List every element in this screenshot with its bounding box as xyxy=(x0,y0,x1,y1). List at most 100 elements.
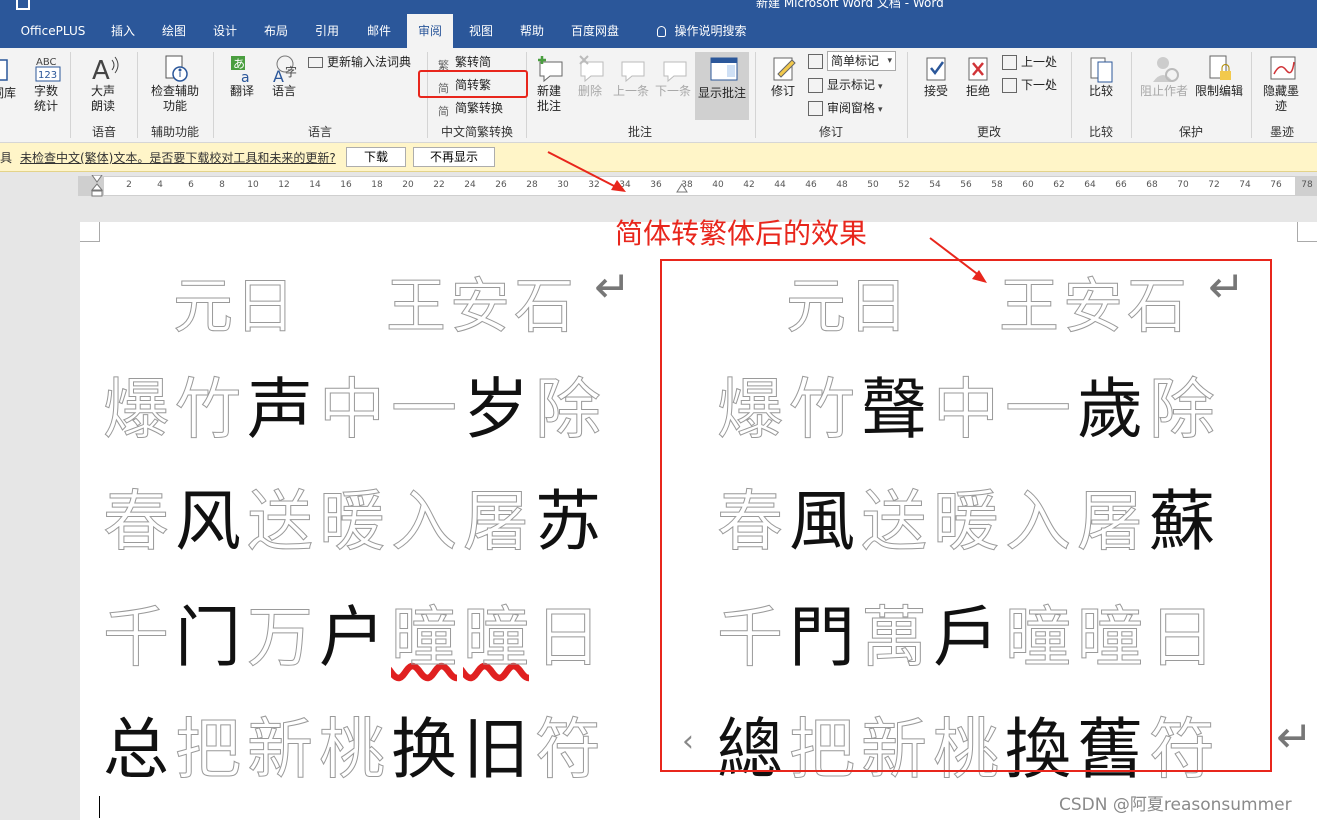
reject-icon xyxy=(965,54,991,82)
chinese-conversion-button[interactable]: 简简繁转换 xyxy=(438,98,503,118)
ruler-tick-label: 34 xyxy=(619,180,631,190)
trad-to-simp-button[interactable]: 繁繁转简 xyxy=(438,52,491,72)
tab-design[interactable]: 设计 xyxy=(205,14,245,48)
next-comment-label: 下一条 xyxy=(654,84,691,98)
tab-baidu-netdisk[interactable]: 百度网盘 xyxy=(563,14,627,48)
ruler-tick-label: 74 xyxy=(1239,180,1251,190)
tab-insert[interactable]: 插入 xyxy=(104,14,142,48)
tell-me-label: 操作说明搜索 xyxy=(674,24,747,38)
reject-button[interactable]: 拒绝 xyxy=(960,54,996,99)
ruler-tick-label: 2 xyxy=(126,180,132,190)
tab-officeplus[interactable]: OfficePLUS xyxy=(12,14,94,48)
svg-text:あ: あ xyxy=(233,57,245,71)
tell-me-search[interactable]: 操作说明搜索 xyxy=(646,14,758,48)
group-label-tracking: 修订 xyxy=(818,125,843,139)
trad-to-simp-icon: 繁 xyxy=(438,59,449,72)
language-button[interactable]: A字 语言 xyxy=(266,54,302,99)
ruler-tick-label: 50 xyxy=(867,180,879,190)
translate-button[interactable]: あa 翻译 xyxy=(224,54,260,99)
paragraph-mark: ↵ xyxy=(594,262,631,313)
group-label-changes: 更改 xyxy=(976,125,1001,139)
ruler-tick-label: 52 xyxy=(898,180,910,190)
tab-draw[interactable]: 绘图 xyxy=(154,14,194,48)
poem-char-solid: 户 xyxy=(319,599,385,676)
update-ime-label: 更新输入法词典 xyxy=(327,55,412,69)
poem-char-solid: 风 xyxy=(175,483,241,560)
word-count-button[interactable]: ABC 123 字数统计 xyxy=(28,54,64,114)
horizontal-ruler[interactable]: 2 4 6 8 10 12 14 16 18 20 22 24 26 28 30 32 34 36 38 40 42 44… xyxy=(78,175,1317,197)
previous-change-button[interactable]: 上一处 xyxy=(1002,52,1057,72)
poem-char-solid: 旧 xyxy=(463,711,529,788)
group-label-compare: 比较 xyxy=(1088,125,1113,139)
print-preview-icon[interactable] xyxy=(16,0,30,10)
previous-comment-button[interactable]: 上一条 xyxy=(611,54,651,99)
ruler-tick-label: 72 xyxy=(1208,180,1220,190)
update-ime-dictionary-button[interactable]: 更新输入法词典 xyxy=(308,52,411,72)
thesaurus-button[interactable]: 词库 xyxy=(0,56,22,101)
next-comment-button[interactable]: 下一条 xyxy=(653,54,693,99)
delete-comment-label: 删除 xyxy=(577,84,602,98)
page-corner-mark xyxy=(80,222,100,242)
poem-char-tracing: 除 xyxy=(535,371,602,449)
block-authors-button[interactable]: 阻止作者 xyxy=(1138,54,1190,99)
ruler-tick-label: 4 xyxy=(157,180,163,190)
watermark: CSDN @阿夏reasonsummer xyxy=(1059,795,1292,815)
right-indent-marker-icon[interactable] xyxy=(676,182,688,196)
show-markup-button[interactable]: 显示标记 ▾ xyxy=(808,75,883,95)
ruler-tick-label: 54 xyxy=(929,180,941,190)
hide-ink-icon xyxy=(1268,54,1296,82)
check-accessibility-button[interactable]: 检查辅助功能 xyxy=(140,54,210,114)
previous-change-label: 上一处 xyxy=(1021,55,1058,69)
review-pane-button[interactable]: 审阅窗格 ▾ xyxy=(808,98,883,118)
dont-show-again-button[interactable]: 不再显示 xyxy=(413,147,495,167)
tab-references[interactable]: 引用 xyxy=(307,14,347,48)
tab-help[interactable]: 帮助 xyxy=(511,14,553,48)
markup-display-select[interactable]: 简单标记 ▾ xyxy=(808,51,897,71)
ruler-tick-label: 66 xyxy=(1115,180,1127,190)
next-change-icon xyxy=(1002,78,1017,93)
tab-mailings[interactable]: 邮件 xyxy=(358,14,400,48)
page-corner-mark xyxy=(1297,222,1317,242)
chevron-down-icon: ▾ xyxy=(878,105,883,115)
track-changes-label: 修订 xyxy=(770,84,795,98)
poem-char-tracing: 王 xyxy=(386,272,447,343)
download-button[interactable]: 下载 xyxy=(346,147,406,167)
group-tracking: 修订 简单标记 ▾ 显示标记 ▾ 审阅窗格 ▾ 修订 xyxy=(756,48,906,142)
ruler-tick-label: 46 xyxy=(805,180,817,190)
word-count-label: 字数统计 xyxy=(33,84,58,113)
svg-text:ABC: ABC xyxy=(36,57,57,68)
read-aloud-button[interactable]: A 大声朗读 xyxy=(86,54,120,114)
ruler-tick-label: 44 xyxy=(774,180,786,190)
poem-char-tracing: 曈 xyxy=(391,599,458,677)
restrict-editing-button[interactable]: 限制编辑 xyxy=(1192,54,1246,99)
ruler-tick-label: 36 xyxy=(650,180,662,190)
new-comment-button[interactable]: 新建批注 xyxy=(529,54,569,114)
markup-select-box[interactable]: 简单标记 ▾ xyxy=(827,51,897,71)
group-label-language: 语言 xyxy=(307,125,332,139)
group-label-chinese-conversion: 中文简繁转换 xyxy=(440,125,513,139)
poem-char-tracing: 新 xyxy=(247,711,314,789)
read-aloud-icon: A xyxy=(90,54,119,86)
ruler-tick-label: 68 xyxy=(1146,180,1158,190)
svg-text:a: a xyxy=(241,70,250,84)
markup-select-value: 简单标记 xyxy=(831,54,880,68)
track-changes-button[interactable]: 修订 xyxy=(766,54,800,99)
poem-char-tracing: 桃 xyxy=(319,711,386,789)
show-markup-icon xyxy=(808,78,823,93)
accept-button[interactable]: 接受 xyxy=(918,54,954,99)
keyboard-icon xyxy=(308,57,323,68)
tab-review[interactable]: 审阅 xyxy=(407,14,453,48)
previous-comment-icon xyxy=(618,54,645,83)
ruler-tick-label: 8 xyxy=(219,180,225,190)
delete-comment-button[interactable]: 删除 xyxy=(571,54,609,99)
group-accessibility: 检查辅助功能 辅助功能 xyxy=(138,48,212,142)
hide-ink-button[interactable]: 隐藏墨迹 xyxy=(1258,54,1304,114)
show-comments-button[interactable]: 显示批注 xyxy=(695,52,749,120)
delete-comment-icon xyxy=(577,54,604,83)
compare-button[interactable]: 比较 xyxy=(1084,54,1118,99)
message-bar-text[interactable]: 未检查中文(繁体)文本。是否要下载校对工具和未来的更新? xyxy=(20,149,336,166)
next-change-button[interactable]: 下一处 xyxy=(1002,75,1057,95)
tab-layout[interactable]: 布局 xyxy=(256,14,296,48)
tab-view[interactable]: 视图 xyxy=(460,14,502,48)
indent-marker-icon[interactable] xyxy=(90,175,104,197)
